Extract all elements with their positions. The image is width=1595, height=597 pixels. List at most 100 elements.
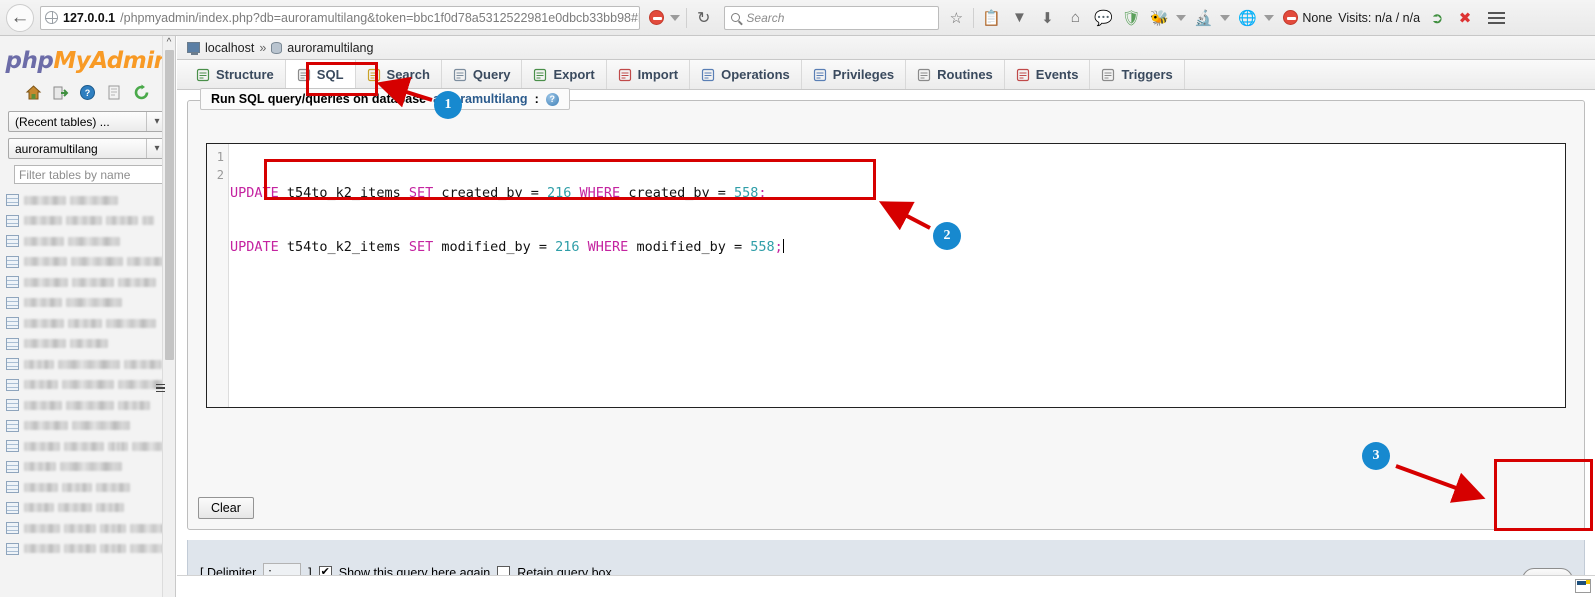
query-editor[interactable]: 1 2 UPDATE t54to_k2_items SET created_by… <box>206 143 1566 408</box>
sql-docs-icon[interactable] <box>106 84 123 101</box>
chat-icon[interactable]: 💬 <box>1092 6 1114 30</box>
table-list-item[interactable] <box>6 313 175 334</box>
redacted-segment <box>24 195 66 205</box>
filter-tables-wrap: Filter tables by name <box>0 165 175 188</box>
menu-button[interactable] <box>1482 11 1511 24</box>
chevron-down-icon: ▾ <box>146 112 163 131</box>
eq-3: = <box>538 239 556 255</box>
logout-icon[interactable] <box>52 84 69 101</box>
table-list-item[interactable] <box>6 539 175 560</box>
status-badge[interactable]: None <box>1280 10 1332 25</box>
scrollbar-thumb[interactable] <box>165 50 174 360</box>
firebug-icon[interactable]: 🐝 <box>1148 6 1170 30</box>
close-red-icon[interactable]: ✖ <box>1454 6 1476 30</box>
table-list-item[interactable] <box>6 436 175 457</box>
tab-routines[interactable]: Routines <box>906 60 1005 89</box>
kw-update: UPDATE <box>230 239 279 255</box>
table-list-item[interactable] <box>6 354 175 375</box>
extension-chevron-down-icon[interactable] <box>1264 14 1275 21</box>
privileges-icon <box>813 68 827 82</box>
clear-button[interactable]: Clear <box>198 497 254 519</box>
sidebar-resize-grip[interactable] <box>156 381 166 395</box>
recent-tables-select-wrap: (Recent tables) ... ▾ <box>0 111 175 138</box>
table-list-item[interactable] <box>6 416 175 437</box>
help-docs-icon[interactable]: ? <box>79 84 96 101</box>
table-name-redacted <box>24 277 156 287</box>
home-icon[interactable]: ⌂ <box>1064 6 1086 30</box>
extension-icon[interactable]: 🌐 <box>1236 6 1258 30</box>
page-rank-icon[interactable]: ➲ <box>1426 6 1448 30</box>
redacted-segment <box>24 277 68 287</box>
tab-sql[interactable]: SQL <box>285 60 356 89</box>
table-list-item[interactable] <box>6 457 175 478</box>
tab-export[interactable]: Export <box>522 60 607 89</box>
redacted-segment <box>66 216 102 226</box>
kw-where: WHERE <box>571 185 621 201</box>
table-list-item[interactable] <box>6 334 175 355</box>
tab-query[interactable]: Query <box>442 60 523 89</box>
pocket-icon[interactable]: ▼ <box>1008 6 1030 30</box>
scroll-up-icon[interactable]: ^ <box>163 36 175 49</box>
table-list-item[interactable] <box>6 252 175 273</box>
table-name-redacted <box>24 462 122 472</box>
table-list-item[interactable] <box>6 518 175 539</box>
chevron-down-icon[interactable] <box>670 14 680 21</box>
redacted-segment <box>58 503 92 513</box>
eyedropper-chevron-down-icon[interactable] <box>1220 14 1231 21</box>
tab-structure[interactable]: Structure <box>185 60 286 89</box>
tab-privileges[interactable]: Privileges <box>802 60 907 89</box>
table-list-item[interactable] <box>6 375 175 396</box>
table-list-item[interactable] <box>6 498 175 519</box>
recent-tables-select[interactable]: (Recent tables) ... ▾ <box>8 111 167 132</box>
table-name-redacted <box>24 195 118 205</box>
table-icon <box>6 358 19 371</box>
reload-icon[interactable]: ↻ <box>693 8 714 28</box>
tab-search[interactable]: Search <box>356 60 442 89</box>
address-bar[interactable]: 127.0.0.1 /phpmyadmin/index.php?db=auror… <box>40 5 640 30</box>
tab-events[interactable]: Events <box>1005 60 1091 89</box>
tab-triggers[interactable]: Triggers <box>1090 60 1185 89</box>
downloads-icon[interactable]: ⬇ <box>1036 6 1058 30</box>
breadcrumb-server[interactable]: localhost <box>205 41 254 55</box>
tab-operations[interactable]: Operations <box>690 60 802 89</box>
url-path: /phpmyadmin/index.php?db=auroramultilang… <box>120 10 640 25</box>
tab-import[interactable]: Import <box>607 60 691 89</box>
table-list-item[interactable] <box>6 272 175 293</box>
table-list-item[interactable] <box>6 231 175 252</box>
table-list-item[interactable] <box>6 293 175 314</box>
table-list-item[interactable] <box>6 190 175 211</box>
home-icon[interactable] <box>25 84 42 101</box>
browser-toolbar: ← 127.0.0.1 /phpmyadmin/index.php?db=aur… <box>0 0 1595 36</box>
search-input[interactable]: Search <box>724 5 940 30</box>
table-list-item[interactable] <box>6 477 175 498</box>
bookmark-star-icon[interactable]: ☆ <box>945 6 967 30</box>
eq-2: = <box>717 185 735 201</box>
table-list <box>0 188 175 559</box>
reader-list-icon[interactable]: 📋 <box>980 6 1002 30</box>
kw-set: SET <box>408 239 434 255</box>
kw-update: UPDATE <box>230 185 279 201</box>
table-list-item[interactable] <box>6 395 175 416</box>
eq-1: = <box>530 185 548 201</box>
filter-tables-input[interactable]: Filter tables by name <box>14 165 167 184</box>
breadcrumb-database[interactable]: auroramultilang <box>287 41 373 55</box>
table-list-item[interactable] <box>6 211 175 232</box>
database-select[interactable]: auroramultilang ▾ <box>8 138 167 159</box>
shield-icon[interactable]: 🛡 <box>1120 6 1142 30</box>
firebug-chevron-down-icon[interactable] <box>1176 14 1187 21</box>
query-code[interactable]: UPDATE t54to_k2_items SET created_by = 2… <box>230 148 1565 292</box>
events-icon <box>1016 68 1030 82</box>
table-name-redacted <box>24 298 122 308</box>
redacted-segment <box>106 318 156 328</box>
filter-tables-placeholder: Filter tables by name <box>19 167 131 182</box>
reload-icon[interactable] <box>133 84 150 101</box>
phpmyadmin-logo[interactable]: phpMyAdmin <box>0 36 175 78</box>
col-4: modified_by <box>628 239 734 255</box>
sidebar-scrollbar[interactable]: ^ <box>156 36 175 597</box>
table-name-redacted <box>24 544 175 554</box>
back-button[interactable]: ← <box>6 3 34 32</box>
help-icon[interactable]: ? <box>545 92 559 106</box>
resize-handle-icon[interactable] <box>1575 579 1591 593</box>
block-icon[interactable] <box>649 10 664 25</box>
eyedropper-icon[interactable]: 🔬 <box>1192 6 1214 30</box>
